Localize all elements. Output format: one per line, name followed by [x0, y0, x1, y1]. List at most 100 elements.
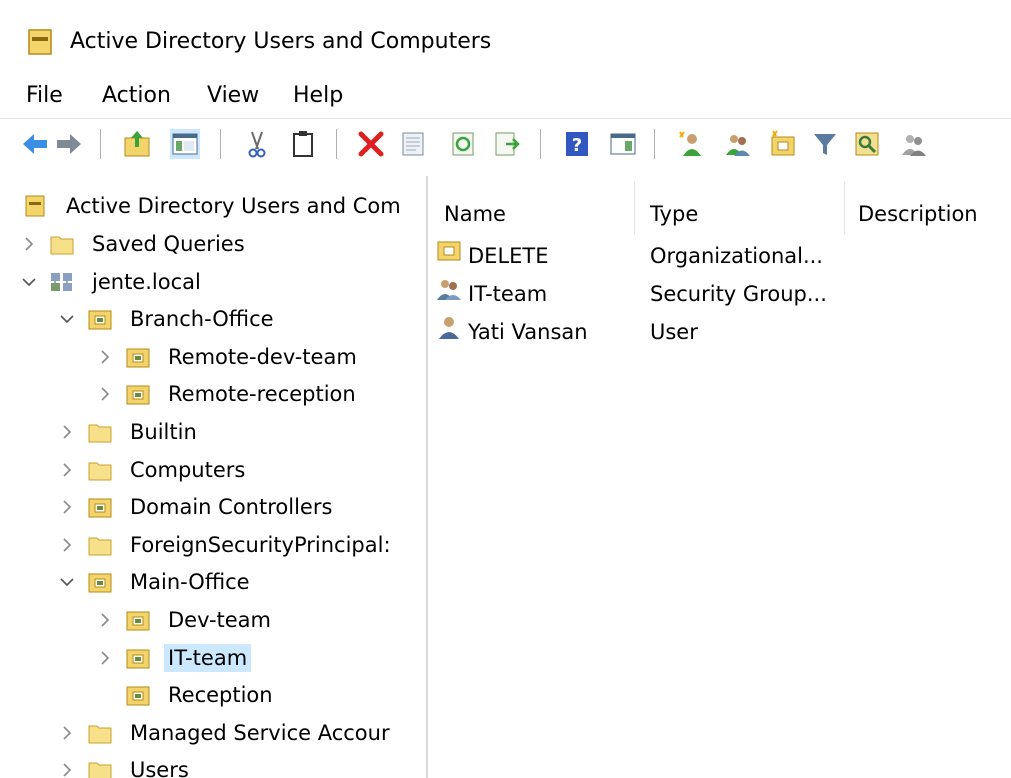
tree-item-label: Domain Controllers: [130, 495, 333, 520]
tree-item-label: jente.local: [92, 269, 201, 294]
menu-help[interactable]: Help: [287, 80, 349, 112]
help-icon[interactable]: ?: [562, 129, 592, 159]
properties-icon[interactable]: [398, 129, 428, 159]
organizational-unit-icon: [88, 496, 112, 518]
tree-item[interactable]: Managed Service Accour: [58, 715, 394, 751]
organizational-unit-icon: [126, 684, 150, 706]
column-divider[interactable]: [634, 182, 635, 234]
menu-view[interactable]: View: [201, 80, 265, 112]
tree-item-label: Reception: [168, 683, 273, 708]
action-pane-icon[interactable]: [608, 129, 638, 159]
folder-icon: [88, 722, 112, 744]
show-hide-console-tree-icon[interactable]: [170, 129, 200, 159]
folder-icon: [28, 28, 52, 56]
window-title: Active Directory Users and Computers: [70, 29, 492, 54]
chevron-right-icon[interactable]: [58, 423, 76, 441]
filter-icon[interactable]: [810, 129, 840, 159]
back-arrow-icon[interactable]: [20, 129, 50, 159]
tree-item[interactable]: Saved Queries: [20, 226, 249, 262]
tree-item-label: Saved Queries: [92, 232, 245, 256]
add-to-group-icon[interactable]: [898, 129, 928, 159]
security-group-icon: [436, 276, 468, 312]
tree-item[interactable]: ForeignSecurityPrincipal:: [58, 527, 395, 563]
chevron-right-icon[interactable]: [96, 348, 114, 366]
delete-icon[interactable]: [356, 129, 386, 159]
details-list[interactable]: Name Type Description DELETE Organizatio…: [428, 176, 1011, 778]
list-item[interactable]: DELETE Organizational...: [428, 238, 1011, 274]
new-user-icon[interactable]: [676, 129, 706, 159]
export-list-icon[interactable]: [492, 129, 522, 159]
tree-item[interactable]: Computers: [58, 452, 249, 488]
tree-item[interactable]: Builtin: [58, 414, 201, 450]
user-icon: [436, 314, 468, 350]
menu-action[interactable]: Action: [96, 80, 177, 112]
tree-item[interactable]: Dev-team: [96, 602, 275, 638]
tree-item[interactable]: Users: [58, 752, 193, 778]
menu-bar: File Action View Help: [0, 80, 1011, 112]
organizational-unit-icon: [126, 383, 150, 405]
folder-icon: [88, 459, 112, 481]
list-item-type: Organizational...: [650, 244, 823, 268]
chevron-right-icon[interactable]: [58, 498, 76, 516]
copy-icon[interactable]: [288, 129, 318, 159]
chevron-down-icon[interactable]: [58, 573, 76, 591]
tree-item-label: Builtin: [130, 420, 197, 444]
column-header-name[interactable]: Name: [444, 194, 506, 234]
toolbar-separator: [100, 129, 101, 159]
tree-item[interactable]: Domain Controllers: [58, 489, 336, 525]
console-tree[interactable]: Active Directory Users and Com Saved Que…: [12, 176, 428, 778]
chevron-right-icon[interactable]: [96, 385, 114, 403]
column-divider[interactable]: [844, 182, 845, 234]
chevron-right-icon[interactable]: [58, 761, 76, 778]
tree-item[interactable]: Remote-dev-team: [96, 339, 361, 375]
find-icon[interactable]: [852, 129, 882, 159]
refresh-icon[interactable]: [448, 129, 478, 159]
chevron-down-icon[interactable]: [58, 310, 76, 328]
tree-root[interactable]: Active Directory Users and Com: [24, 188, 405, 224]
tree-item[interactable]: jente.local: [20, 264, 205, 300]
toolbar: ?: [0, 118, 1011, 167]
chevron-right-icon[interactable]: [58, 724, 76, 742]
tree-item[interactable]: Reception: [96, 677, 277, 713]
tree-item-label: Managed Service Accour: [130, 720, 390, 745]
menu-file[interactable]: File: [20, 80, 69, 112]
tree-item[interactable]: Remote-reception: [96, 376, 360, 412]
column-header-description[interactable]: Description: [858, 194, 978, 234]
chevron-right-icon[interactable]: [96, 611, 114, 629]
list-item[interactable]: Yati Vansan User: [428, 314, 1011, 350]
tree-item-label: Computers: [130, 457, 246, 482]
new-group-icon[interactable]: [722, 129, 752, 159]
new-ou-icon[interactable]: [768, 129, 798, 159]
tree-item[interactable]: Main-Office: [58, 564, 254, 600]
tree-root-label: Active Directory Users and Com: [66, 194, 401, 218]
domain-icon: [50, 271, 74, 293]
cut-icon[interactable]: [242, 129, 272, 159]
list-item-name: DELETE: [468, 244, 549, 268]
tree-item[interactable]: Branch-Office: [58, 301, 278, 337]
tree-item-label: IT-team: [164, 643, 252, 672]
list-item[interactable]: IT-team Security Group...: [428, 276, 1011, 312]
chevron-down-icon[interactable]: [20, 273, 38, 291]
forward-arrow-icon[interactable]: [54, 129, 84, 159]
tree-item-label: Dev-team: [168, 608, 272, 632]
chevron-right-icon[interactable]: [58, 536, 76, 554]
tree-item-label: ForeignSecurityPrincipal:: [130, 532, 391, 557]
tree-item-label: Users: [130, 758, 189, 778]
chevron-right-icon[interactable]: [20, 235, 38, 253]
svg-text:?: ?: [572, 135, 582, 156]
folder-icon: [88, 534, 112, 556]
column-header-type[interactable]: Type: [650, 194, 698, 234]
list-item-type: Security Group...: [650, 282, 827, 306]
list-item-name: Yati Vansan: [468, 320, 588, 344]
up-one-level-icon[interactable]: [122, 129, 152, 159]
chevron-right-icon[interactable]: [96, 649, 114, 667]
folder-icon: [24, 195, 48, 217]
tree-item[interactable]: IT-team: [96, 640, 252, 676]
list-item-type: User: [650, 320, 698, 344]
toolbar-separator: [220, 129, 221, 159]
tree-item-label: Remote-reception: [168, 382, 356, 407]
chevron-right-icon[interactable]: [58, 461, 76, 479]
folder-icon: [50, 233, 74, 255]
toolbar-separator: [336, 129, 337, 159]
